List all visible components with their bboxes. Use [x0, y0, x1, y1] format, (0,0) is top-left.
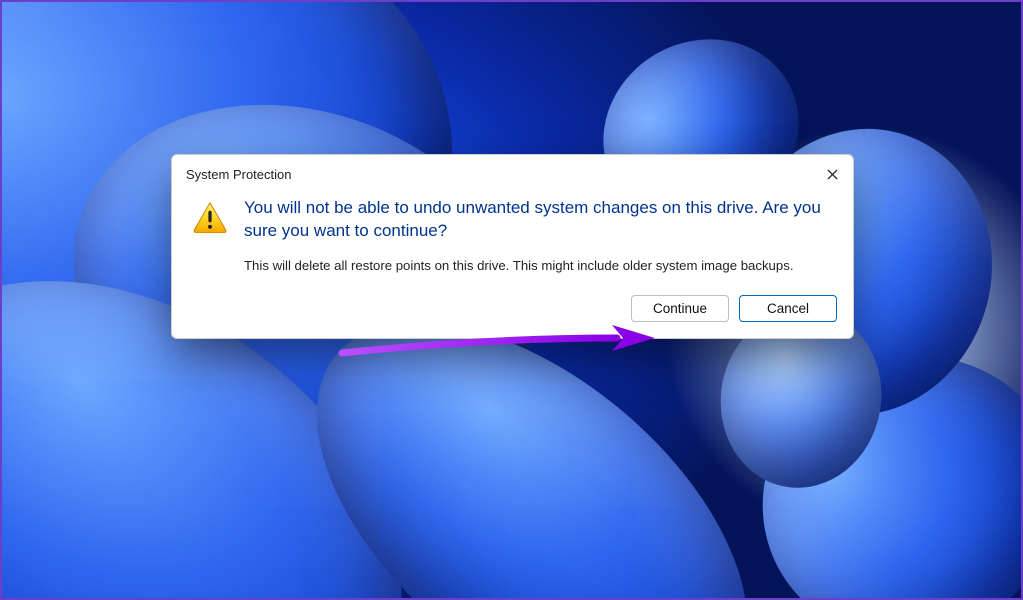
warning-icon [192, 201, 228, 233]
dialog-title: System Protection [186, 167, 292, 182]
continue-button[interactable]: Continue [631, 295, 729, 322]
dialog-button-row: Continue Cancel [172, 281, 853, 338]
close-button[interactable] [821, 163, 843, 185]
cancel-button[interactable]: Cancel [739, 295, 837, 322]
close-icon [827, 169, 838, 180]
dialog-heading: You will not be able to undo unwanted sy… [244, 197, 831, 243]
dialog-titlebar: System Protection [172, 155, 853, 193]
dialog-body-text: This will delete all restore points on t… [244, 257, 831, 275]
system-protection-dialog: System Protection Y [171, 154, 854, 339]
